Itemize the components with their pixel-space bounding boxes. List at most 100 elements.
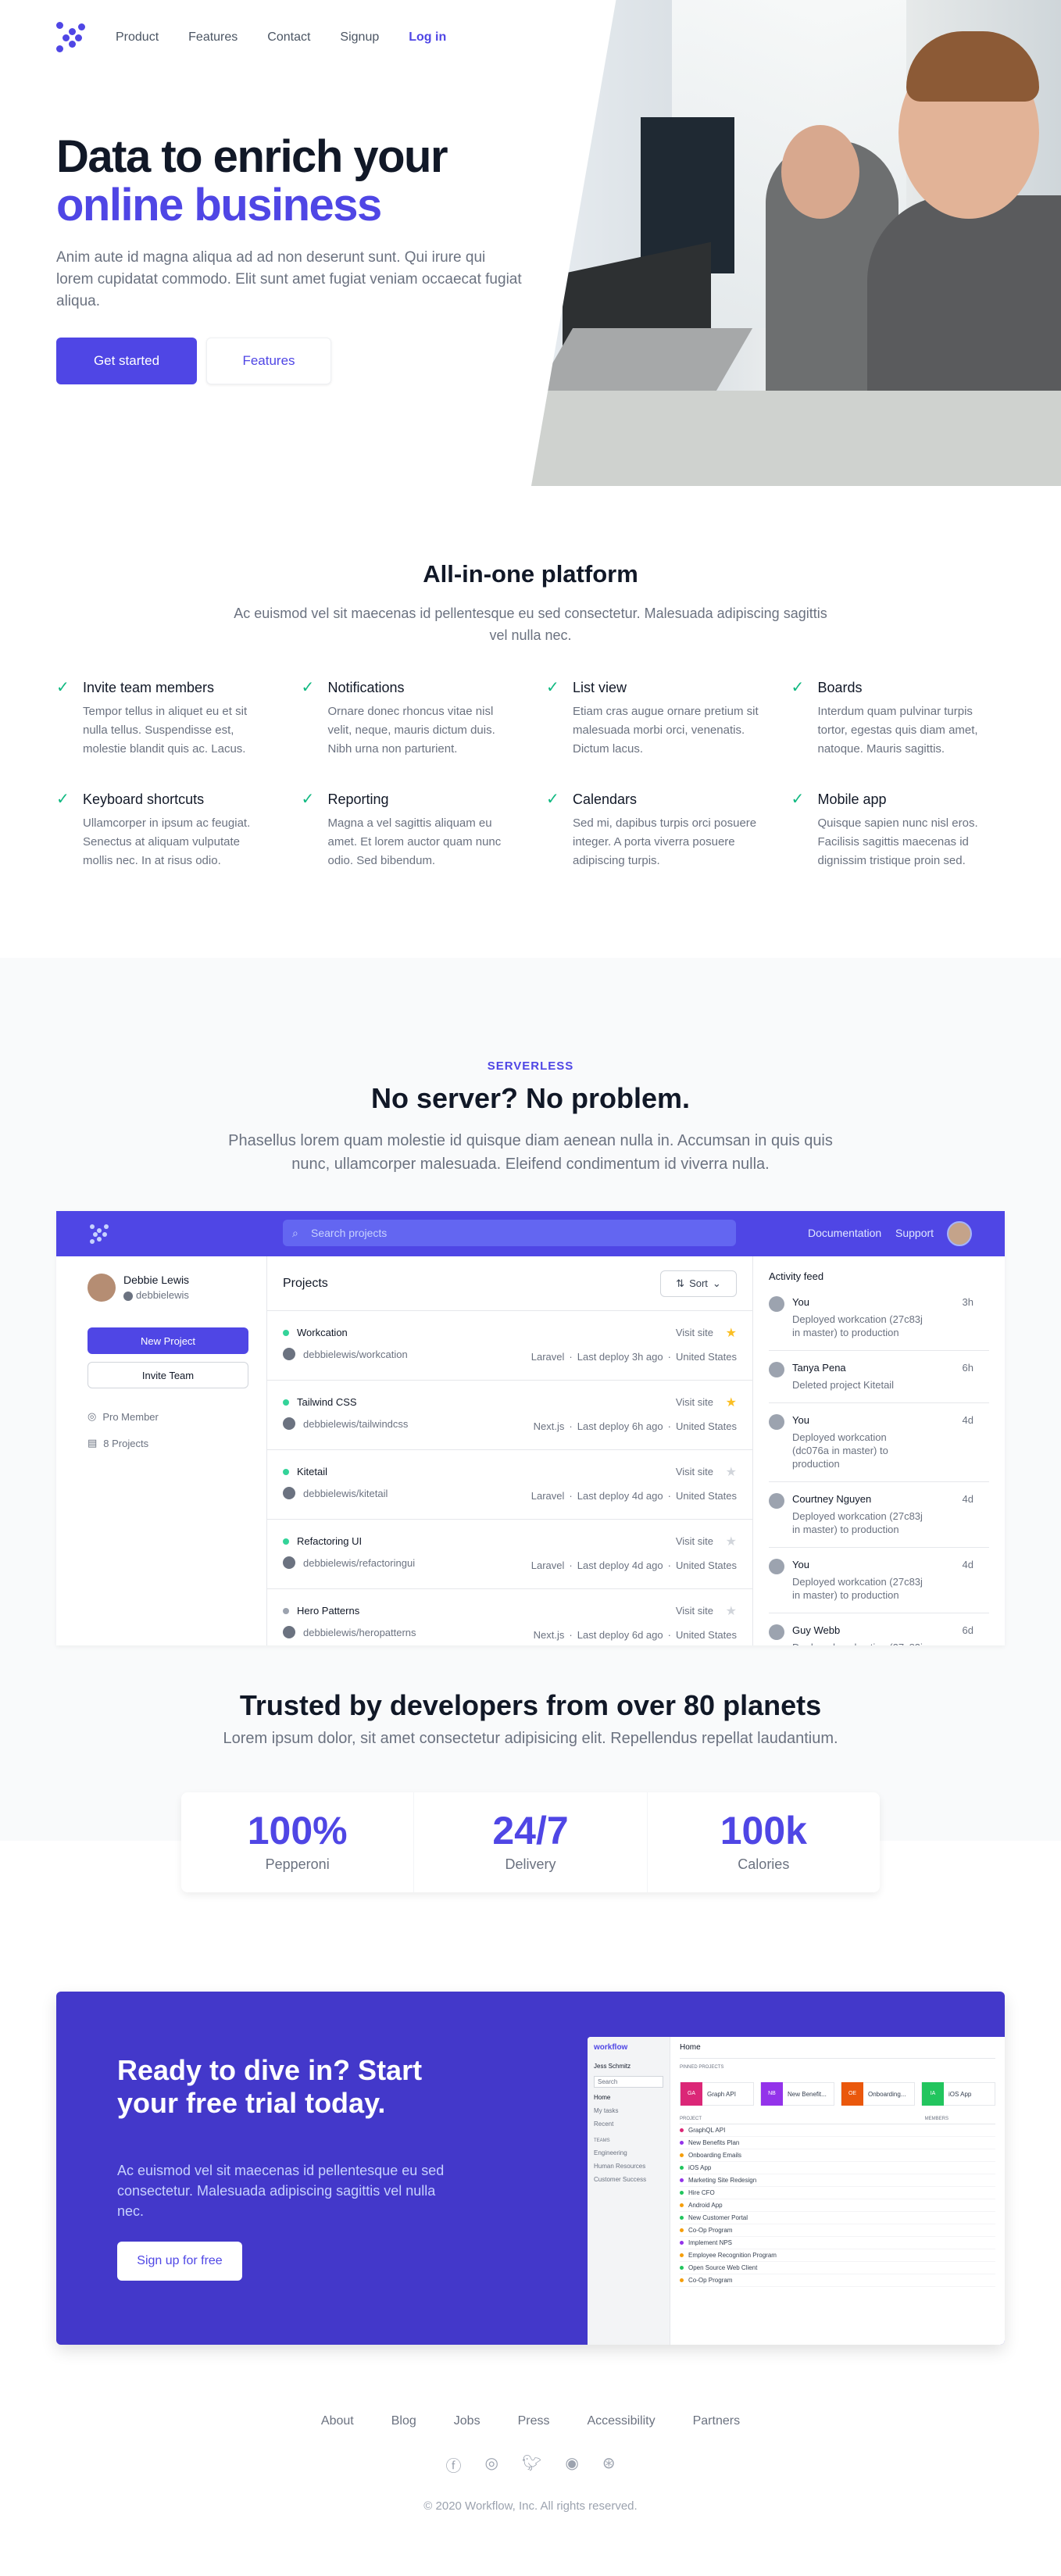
sort-button[interactable]: ⇅ Sort ⌄	[660, 1270, 737, 1297]
platform-section: All-in-one platform Ac euismod vel sit m…	[0, 486, 1061, 958]
footer-link-accessibility[interactable]: Accessibility	[587, 2414, 655, 2428]
visit-site-link[interactable]: Visit site	[676, 1396, 713, 1408]
visit-site-link[interactable]: Visit site	[676, 1466, 713, 1477]
support-link[interactable]: Support	[895, 1227, 934, 1239]
project-deploy: Last deploy 3h ago	[577, 1351, 663, 1363]
shot-pinned-projects: GA Graph API NB New Benefit... OE Onboarding.…	[680, 2082, 995, 2106]
avatar	[769, 1559, 784, 1574]
feature-title: Boards	[817, 680, 863, 695]
stat-item: 100% Pepperoni	[181, 1792, 415, 1892]
check-icon: ✓	[546, 791, 559, 808]
nav-signup[interactable]: Signup	[340, 30, 379, 45]
shot-row-dot	[680, 2178, 684, 2182]
app-logo-icon	[89, 1224, 109, 1244]
get-started-button[interactable]: Get started	[56, 338, 197, 384]
documentation-link[interactable]: Documentation	[808, 1227, 881, 1239]
shot-table-row: iOS App	[680, 2162, 995, 2174]
nav-login[interactable]: Log in	[409, 30, 446, 45]
footer-link-press[interactable]: Press	[518, 2414, 550, 2428]
features-button[interactable]: Features	[206, 338, 331, 384]
shot-pinned-card: NB New Benefit...	[760, 2082, 834, 2106]
hero-buttons: Get started Features	[56, 338, 541, 384]
project-name: Workcation	[283, 1327, 737, 1338]
star-icon[interactable]: ★	[726, 1395, 737, 1410]
visit-site-link[interactable]: Visit site	[676, 1535, 713, 1547]
visit-site-link[interactable]: Visit site	[676, 1605, 713, 1617]
pro-member-text: Pro Member	[102, 1410, 159, 1423]
project-row[interactable]: Tailwind CSS debbielewis/tailwindcss Visit…	[267, 1381, 752, 1450]
feature-title: Notifications	[327, 680, 405, 695]
project-row[interactable]: Workcation debbielewis/workcation Visit si…	[267, 1311, 752, 1381]
stat-value: 100k	[720, 1809, 807, 1853]
avatar[interactable]	[947, 1221, 972, 1246]
workflow-logo-icon[interactable]	[56, 22, 88, 53]
activity-user: Guy Webb	[792, 1624, 841, 1636]
shot-table-head: PROJECT MEMBERS	[680, 2117, 995, 2124]
activity-user: You	[792, 1414, 809, 1426]
star-icon[interactable]: ★	[726, 1464, 737, 1480]
serverless-eyebrow: SERVERLESS	[487, 1059, 574, 1073]
github-icon	[283, 1626, 295, 1638]
nav-product[interactable]: Product	[116, 30, 159, 45]
status-dot	[283, 1468, 289, 1475]
footer-link-partners[interactable]: Partners	[693, 2414, 740, 2428]
project-repo-text: debbielewis/refactoringui	[303, 1556, 416, 1569]
project-deploy: Last deploy 4d ago	[577, 1560, 663, 1571]
star-icon[interactable]: ★	[726, 1325, 737, 1341]
nav-features[interactable]: Features	[188, 30, 238, 45]
visit-site-link[interactable]: Visit site	[676, 1327, 713, 1338]
shot-teams-label: TEAMS	[594, 2138, 610, 2143]
project-deploy-info: Laravel · Last deploy 4d ago · United States	[530, 1490, 737, 1502]
top-nav: Product Features Contact Signup Log in	[56, 22, 446, 53]
hero-photo	[531, 0, 1061, 486]
twitter-icon[interactable]: 🐦︎	[522, 2453, 541, 2476]
shot-row-dot	[680, 2241, 684, 2245]
activity-user: Courtney Nguyen	[792, 1493, 872, 1505]
footer-link-jobs[interactable]: Jobs	[454, 2414, 480, 2428]
sign-up-button[interactable]: Sign up for free	[117, 2242, 242, 2281]
shot-team: Customer Success	[594, 2176, 647, 2183]
activity-text: Deployed workcation (27c83j in master) t…	[792, 1510, 923, 1535]
project-row[interactable]: Refactoring UI debbielewis/refactoringui V…	[267, 1520, 752, 1589]
stat-label: Delivery	[505, 1856, 556, 1872]
project-row[interactable]: Hero Patterns debbielewis/heropatterns Vis…	[267, 1589, 752, 1645]
shot-col-project: PROJECT	[680, 2117, 702, 2121]
shot-brand: workflow	[594, 2043, 628, 2052]
activity-user: You	[792, 1296, 809, 1308]
new-project-button[interactable]: New Project	[88, 1327, 248, 1354]
shot-main: Home PINNED PROJECTS GA Graph API NB New Be…	[670, 2037, 1005, 2345]
shot-table: GraphQL API New Benefits Plan Onboarding E…	[680, 2124, 995, 2287]
project-name-text: Tailwind CSS	[297, 1396, 357, 1408]
facebook-icon[interactable]: ⓕ	[445, 2453, 461, 2476]
shot-menu-item: Recent	[594, 2120, 614, 2128]
star-icon[interactable]: ★	[726, 1534, 737, 1549]
sort-icon: ⇅	[676, 1277, 685, 1289]
project-framework: Laravel	[530, 1490, 565, 1502]
serverless-subtitle: Phasellus lorem quam molestie id quisque…	[228, 1132, 833, 1173]
project-row[interactable]: Kitetail debbielewis/kitetail Visit site ★ L…	[267, 1450, 752, 1520]
activity-feed: Activity feed You Deployed workcation (27…	[753, 1256, 1005, 1645]
shot-table-row: Hire CFO	[680, 2187, 995, 2199]
feature-desc: Ullamcorper in ipsum ac feugiat. Senectu…	[83, 816, 251, 867]
instagram-icon[interactable]: ◎	[484, 2453, 498, 2476]
github-icon[interactable]: ◉	[565, 2453, 578, 2476]
footer-link-blog[interactable]: Blog	[391, 2414, 416, 2428]
dribbble-icon[interactable]: ⊛	[602, 2453, 616, 2476]
activity-text: Deployed workcation (27c83j in	[792, 1641, 925, 1645]
shot-pin-name: Graph API	[707, 2090, 736, 2098]
project-framework: Laravel	[530, 1351, 565, 1363]
nav-contact[interactable]: Contact	[267, 30, 310, 45]
stat-value: 100%	[247, 1809, 348, 1853]
project-search-input[interactable]: Search projects	[283, 1220, 736, 1246]
user-handle: debbielewis	[123, 1289, 235, 1301]
feature-grid: ✓ Invite team members Tempor tellus in ali…	[56, 680, 1005, 870]
footer-link-about[interactable]: About	[321, 2414, 354, 2428]
hero-title: Data to enrich your online business	[56, 133, 541, 230]
shot-row-name: New Customer Portal	[688, 2214, 748, 2221]
footer-links: About Blog Jobs Press Accessibility Part…	[0, 2414, 1061, 2428]
invite-team-button[interactable]: Invite Team	[88, 1362, 248, 1388]
project-framework: Next.js	[533, 1420, 565, 1432]
activity-item: You Deployed workcation (27c83j in master…	[769, 1559, 989, 1613]
star-icon[interactable]: ★	[726, 1603, 737, 1619]
app-profile-panel: Debbie Lewis debbielewis New Project Inv…	[56, 1256, 267, 1645]
